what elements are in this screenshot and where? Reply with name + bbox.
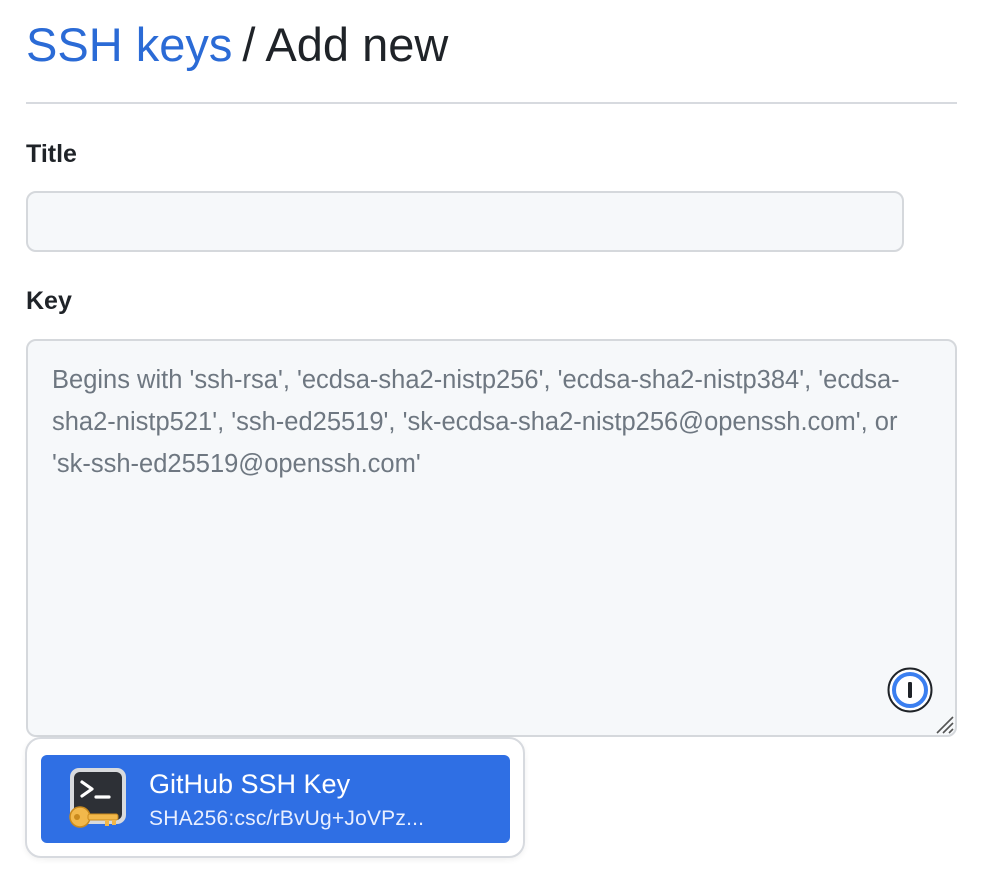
key-textarea[interactable]	[26, 339, 957, 737]
ssh-key-suggestion[interactable]: GitHub SSH Key SHA256:csc/rBvUg+JoVPz...	[41, 755, 510, 843]
ssh-key-terminal-icon	[69, 768, 126, 828]
onepassword-icon[interactable]	[887, 667, 933, 713]
title-label: Title	[26, 140, 77, 168]
key-label: Key	[26, 287, 72, 315]
key-field	[26, 339, 957, 737]
page-heading: SSH keys / Add new	[26, 16, 448, 74]
heading-divider	[26, 102, 957, 104]
suggestion-fingerprint: SHA256:csc/rBvUg+JoVPz...	[149, 807, 425, 830]
breadcrumb-ssh-keys-link[interactable]: SSH keys	[26, 18, 232, 71]
resize-handle-icon[interactable]	[933, 713, 955, 735]
breadcrumb-separator: /	[242, 18, 256, 71]
suggestion-title: GitHub SSH Key	[149, 769, 351, 799]
breadcrumb-current: Add new	[265, 18, 449, 71]
password-manager-popup: GitHub SSH Key SHA256:csc/rBvUg+JoVPz...	[25, 737, 525, 858]
title-input[interactable]	[26, 191, 904, 252]
